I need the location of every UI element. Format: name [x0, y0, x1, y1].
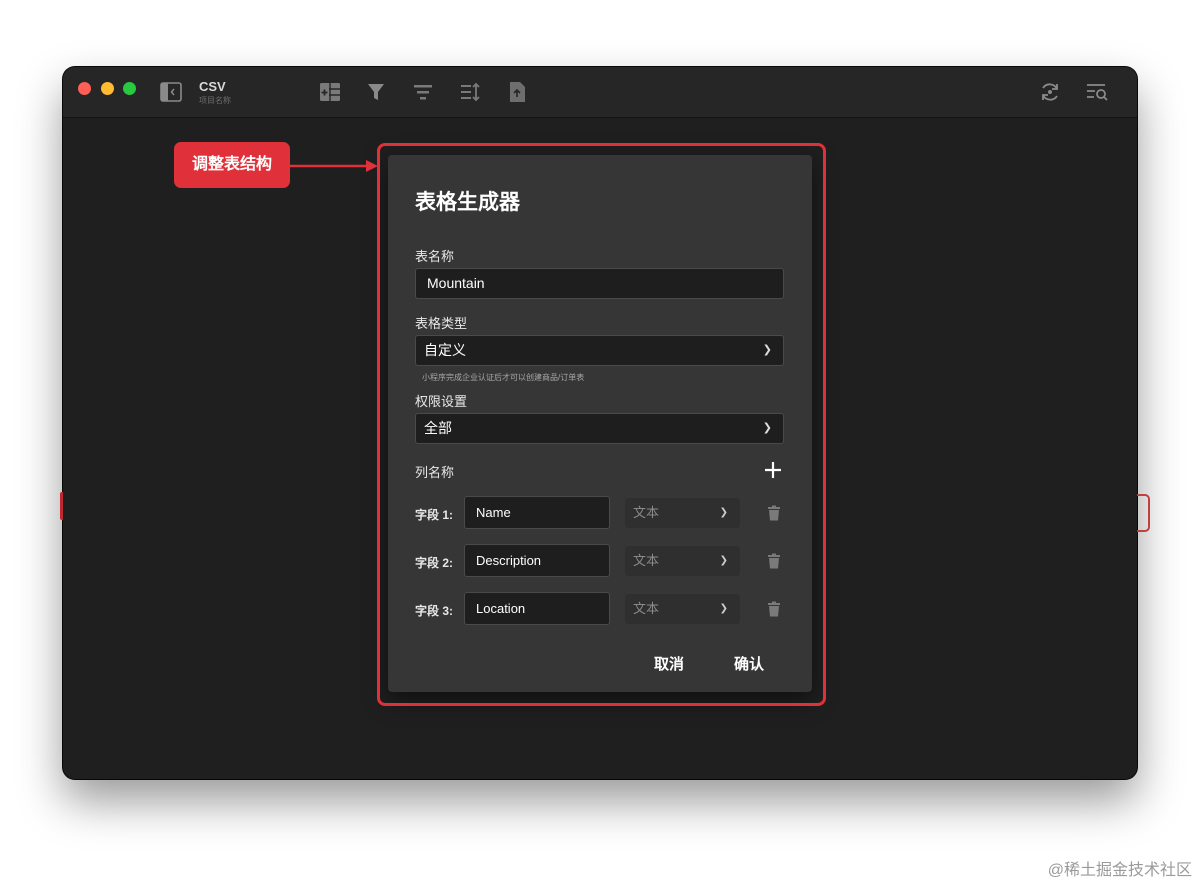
minimize-window-button[interactable]	[101, 82, 114, 95]
annotation-highlight-frame	[377, 143, 826, 706]
edge-marker-right	[1137, 494, 1150, 532]
filter-icon[interactable]	[364, 80, 388, 104]
annotation-arrow-icon	[288, 156, 380, 176]
project-name: 项目名称	[199, 96, 231, 105]
add-table-icon[interactable]	[318, 80, 342, 104]
title-bar: CSV 项目名称	[63, 67, 1137, 118]
sync-icon[interactable]	[1038, 80, 1062, 104]
sort-icon[interactable]	[458, 80, 482, 104]
annotation-tag: 调整表结构	[174, 142, 290, 188]
app-title: CSV	[199, 79, 226, 94]
search-list-icon[interactable]	[1085, 80, 1109, 104]
group-icon[interactable]	[411, 80, 435, 104]
edge-marker-left	[60, 492, 67, 520]
export-icon[interactable]	[505, 80, 529, 104]
close-window-button[interactable]	[78, 82, 91, 95]
watermark: @稀土掘金技术社区	[1047, 862, 1192, 879]
sidebar-toggle-icon[interactable]	[159, 80, 183, 104]
zoom-window-button[interactable]	[123, 82, 136, 95]
